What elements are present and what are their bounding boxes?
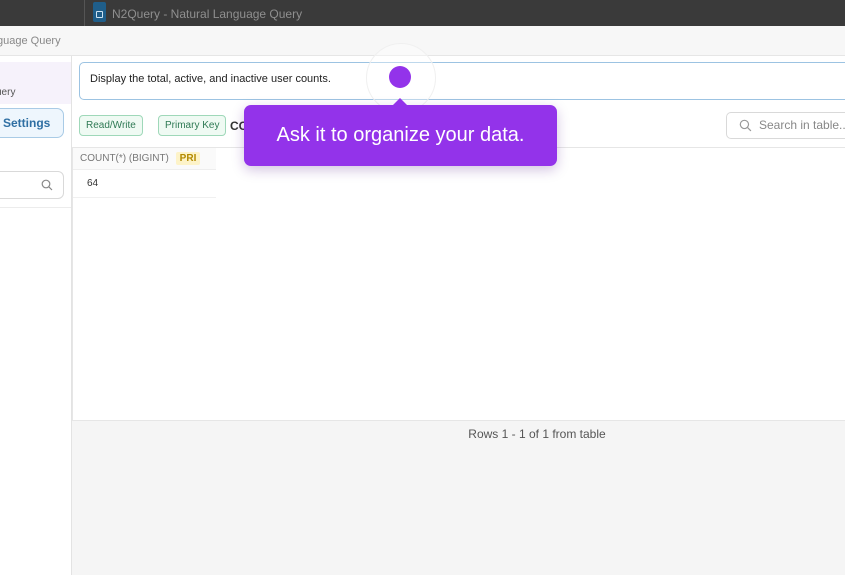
sidebar-item-label: uery — [0, 87, 16, 98]
search-icon — [41, 179, 53, 191]
sidebar-search-input[interactable] — [0, 171, 64, 199]
results-footer: Rows 1 - 1 of 1 from table — [72, 421, 845, 575]
primary-key-badge: PRI — [175, 152, 201, 165]
table-cell[interactable]: 64 — [73, 170, 216, 198]
table-search-placeholder: Search in table... — [759, 118, 845, 132]
table-search-input[interactable]: Search in table... — [726, 112, 845, 139]
sidebar-item-query[interactable]: uery — [0, 62, 71, 104]
search-icon — [739, 119, 752, 132]
primary-key-tag: Primary Key — [158, 115, 227, 136]
column-header[interactable]: COUNT(*) (BIGINT) PRI — [73, 148, 216, 170]
breadcrumb: guage Query — [0, 35, 61, 47]
rows-info: Rows 1 - 1 of 1 from table — [468, 427, 606, 441]
settings-button[interactable]: Settings — [0, 108, 64, 138]
query-input[interactable]: Display the total, active, and inactive … — [79, 62, 845, 100]
os-title-bar: N2Query - Natural Language Query — [0, 0, 845, 26]
sidebar-divider — [0, 207, 71, 208]
results-table: COUNT(*) (BIGINT) PRI 64 — [72, 147, 845, 421]
sidebar: uery Settings — [0, 56, 72, 575]
column-type: (BIGINT) — [128, 153, 169, 164]
tutorial-pointer-dot[interactable] — [389, 66, 411, 88]
app-logo-icon — [93, 2, 106, 22]
tutorial-tooltip: Ask it to organize your data. — [244, 98, 557, 166]
title-bar-divider — [84, 0, 85, 26]
column-name: COUNT(*) — [80, 153, 127, 164]
read-write-tag: Read/Write — [79, 115, 143, 136]
window-title: N2Query - Natural Language Query — [112, 7, 303, 21]
